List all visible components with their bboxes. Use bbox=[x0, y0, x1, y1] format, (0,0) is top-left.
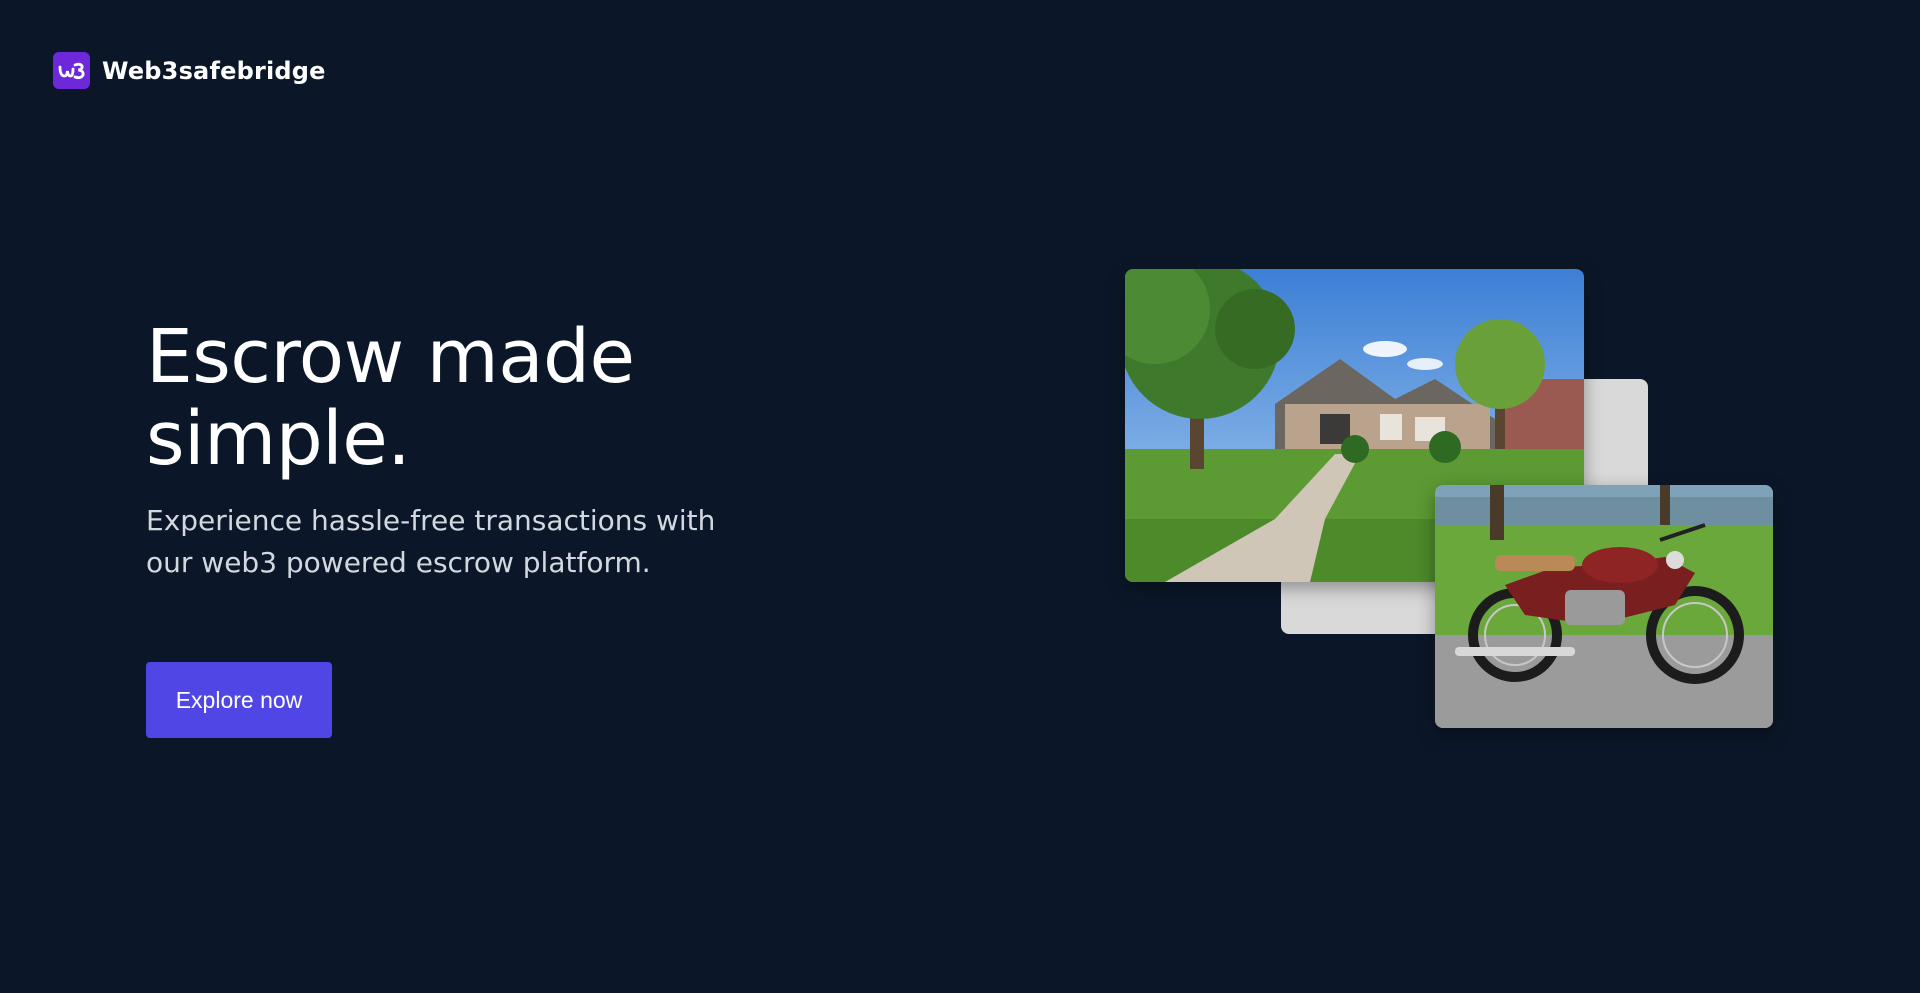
brand-name: Web3safebridge bbox=[102, 56, 326, 85]
hero-title: Escrow made simple. bbox=[146, 314, 635, 482]
brand-logo-icon bbox=[53, 52, 90, 89]
brand-home-link[interactable]: Web3safebridge bbox=[53, 52, 326, 89]
explore-now-button[interactable]: Explore now bbox=[146, 662, 332, 738]
hero-subtitle: Experience hassle-free transactions with… bbox=[146, 504, 716, 579]
landing-page: Web3safebridge Escrow made simple. Exper… bbox=[0, 0, 1920, 993]
hero-section: Escrow made simple. Experience hassle-fr… bbox=[146, 316, 786, 584]
w3-logo-icon bbox=[58, 62, 85, 79]
motorcycle-photo bbox=[1435, 485, 1773, 728]
